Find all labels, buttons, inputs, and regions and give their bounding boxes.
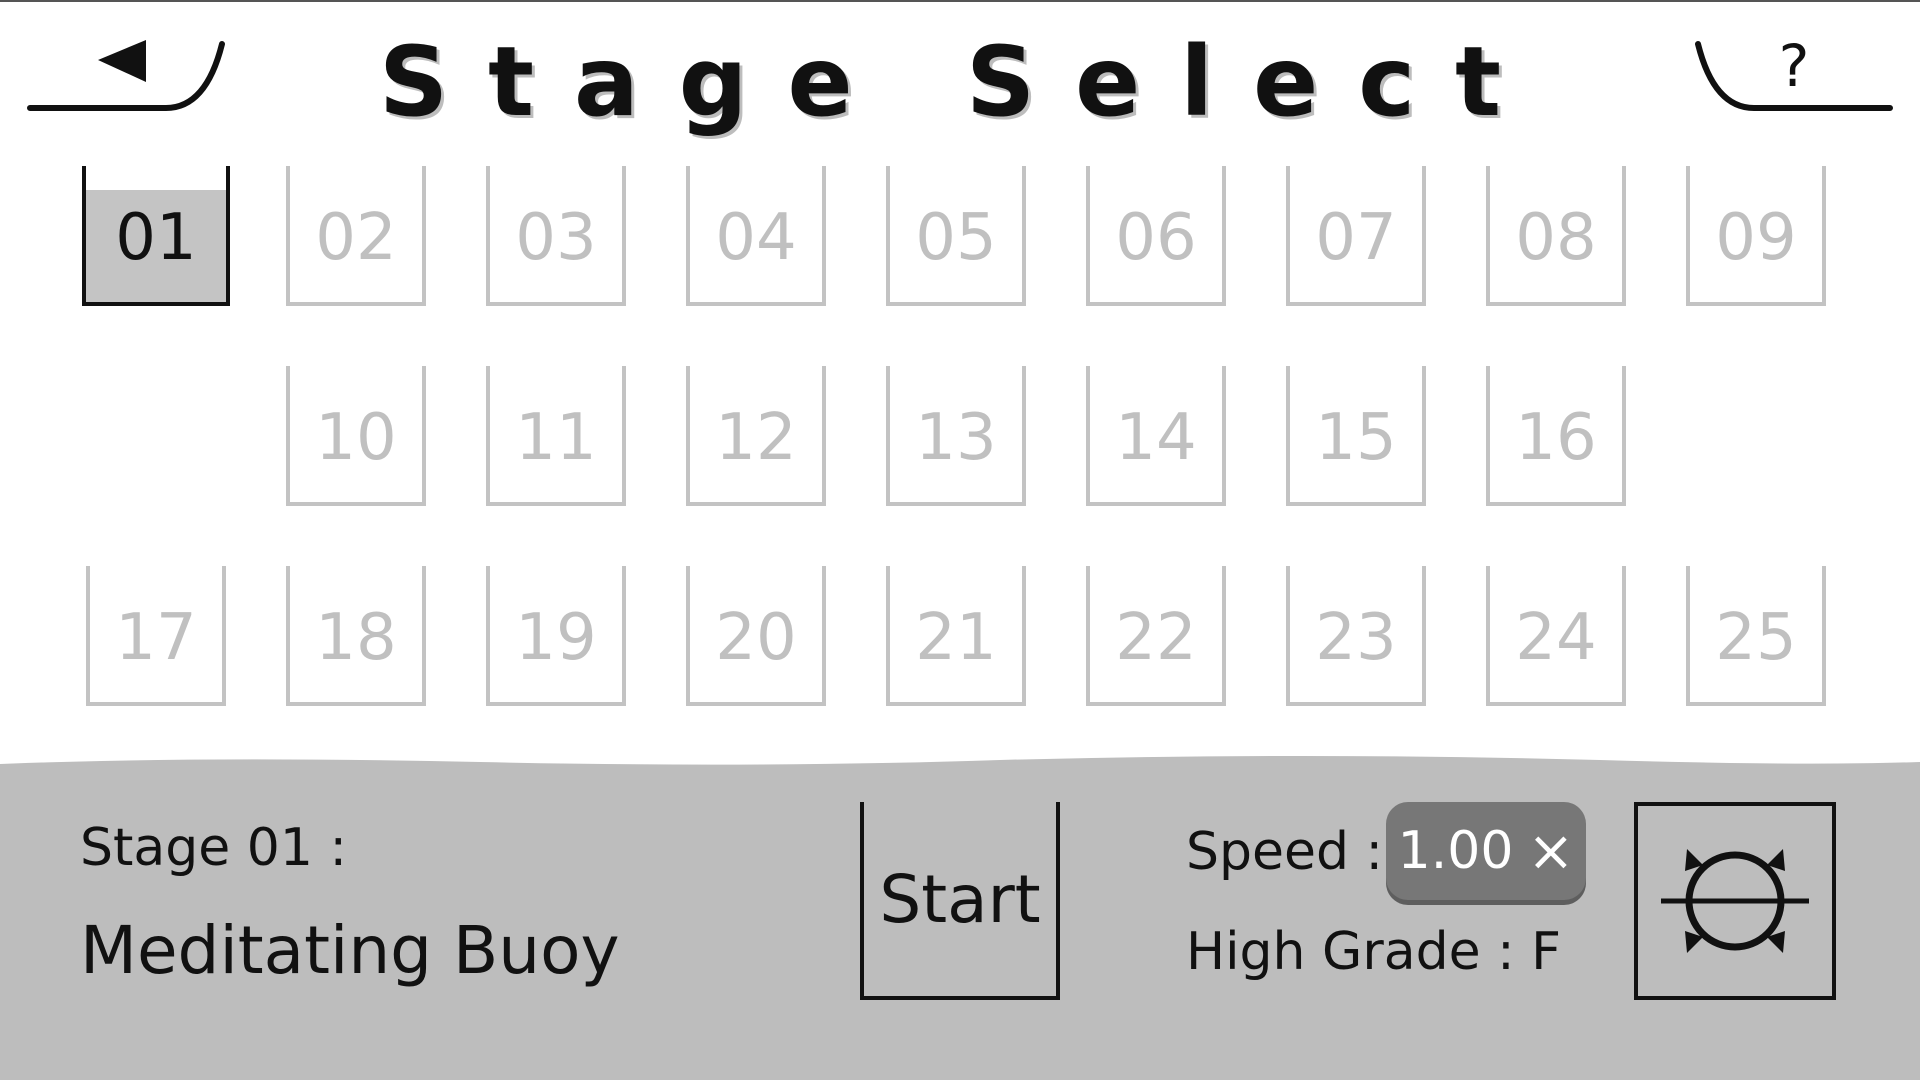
stage-tile-label: 06 <box>1115 201 1197 275</box>
stage-tile-10[interactable]: 10 <box>286 366 426 506</box>
stage-tile-label: 12 <box>715 401 797 475</box>
stage-tile-20[interactable]: 20 <box>686 566 826 706</box>
stage-tile-label: 24 <box>1515 601 1597 675</box>
stage-tile-label: 07 <box>1315 201 1397 275</box>
page-title: Stage Select <box>378 26 1542 138</box>
high-grade-label: High Grade : F <box>1186 922 1562 982</box>
stage-tile-15[interactable]: 15 <box>1286 366 1426 506</box>
stage-number-label: Stage 01 : <box>80 818 348 878</box>
stage-tile-04[interactable]: 04 <box>686 166 826 306</box>
stage-tile-05[interactable]: 05 <box>886 166 1026 306</box>
stage-tile-label: 04 <box>715 201 797 275</box>
stage-tile-label: 05 <box>915 201 997 275</box>
stage-tile-22[interactable]: 22 <box>1086 566 1226 706</box>
stage-tile-06[interactable]: 06 <box>1086 166 1226 306</box>
stage-tile-label: 01 <box>115 201 197 275</box>
speed-value: 1.00 <box>1397 821 1514 881</box>
svg-text:?: ? <box>1779 32 1810 100</box>
sun-horizon-icon <box>1661 849 1809 953</box>
stage-tile-01[interactable]: 01 <box>82 166 230 306</box>
stage-tile-24[interactable]: 24 <box>1486 566 1626 706</box>
stage-tile-13[interactable]: 13 <box>886 366 1026 506</box>
stage-tile-label: 14 <box>1115 401 1197 475</box>
stage-tile-02[interactable]: 02 <box>286 166 426 306</box>
stage-name: Meditating Buoy <box>80 912 620 989</box>
stage-tile-label: 13 <box>915 401 997 475</box>
stage-tile-14[interactable]: 14 <box>1086 366 1226 506</box>
help-button[interactable]: ? <box>1684 30 1894 120</box>
start-button-label: Start <box>879 860 1041 938</box>
settings-button[interactable] <box>1634 802 1836 1000</box>
speed-selector[interactable]: 1.00 × <box>1386 802 1586 900</box>
stage-tile-label: 09 <box>1715 201 1797 275</box>
stage-tile-label: 08 <box>1515 201 1597 275</box>
multiplier-icon: × <box>1527 818 1575 884</box>
stage-tile-03[interactable]: 03 <box>486 166 626 306</box>
stage-tile-label: 19 <box>515 601 597 675</box>
stage-tile-21[interactable]: 21 <box>886 566 1026 706</box>
top-border <box>0 0 1920 2</box>
stage-tile-19[interactable]: 19 <box>486 566 626 706</box>
stage-tile-label: 02 <box>315 201 397 275</box>
stage-tile-07[interactable]: 07 <box>1286 166 1426 306</box>
stage-tile-25[interactable]: 25 <box>1686 566 1826 706</box>
stage-tile-12[interactable]: 12 <box>686 366 826 506</box>
stage-tile-11[interactable]: 11 <box>486 366 626 506</box>
stage-tile-label: 11 <box>515 401 597 475</box>
stage-tile-label: 20 <box>715 601 797 675</box>
stage-tile-label: 10 <box>315 401 397 475</box>
stage-tile-label: 03 <box>515 201 597 275</box>
stage-tile-09[interactable]: 09 <box>1686 166 1826 306</box>
stage-tile-23[interactable]: 23 <box>1286 566 1426 706</box>
stage-tile-17[interactable]: 17 <box>86 566 226 706</box>
stage-tile-label: 25 <box>1715 601 1797 675</box>
stage-tile-label: 15 <box>1315 401 1397 475</box>
stage-tile-16[interactable]: 16 <box>1486 366 1626 506</box>
stage-tile-label: 21 <box>915 601 997 675</box>
speed-label: Speed : <box>1186 822 1384 882</box>
stage-tile-label: 18 <box>315 601 397 675</box>
stage-tile-label: 17 <box>115 601 197 675</box>
stage-tile-08[interactable]: 08 <box>1486 166 1626 306</box>
start-button[interactable]: Start <box>860 802 1060 1000</box>
stage-tile-label: 23 <box>1315 601 1397 675</box>
stage-tile-label: 22 <box>1115 601 1197 675</box>
stage-tile-18[interactable]: 18 <box>286 566 426 706</box>
stage-tile-label: 16 <box>1515 401 1597 475</box>
question-mark-icon: ? <box>1695 32 1893 111</box>
